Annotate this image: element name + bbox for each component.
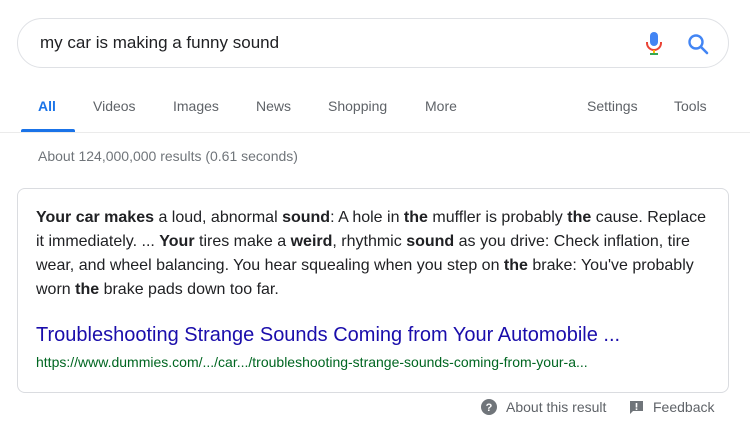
snippet-bold-term: Your: [159, 233, 195, 250]
snippet-text-run: brake pads down too far.: [99, 281, 279, 298]
snippet-bold-term: the: [75, 281, 100, 298]
tools-link[interactable]: Tools: [674, 98, 707, 114]
help-circle-icon: ?: [481, 399, 497, 415]
snippet-text-run: : A hole in: [330, 209, 404, 226]
snippet-bold-term: the: [403, 209, 428, 226]
feedback-icon: [630, 400, 643, 414]
search-box[interactable]: [17, 18, 729, 68]
snippet-bold-term: weird: [290, 233, 333, 250]
feedback-link[interactable]: Feedback: [629, 399, 714, 415]
snippet-bold-term: Your car makes: [36, 209, 154, 226]
microphone-icon[interactable]: [645, 31, 663, 57]
tab-images[interactable]: Images: [173, 98, 219, 114]
snippet-bold-term: sound: [282, 209, 331, 226]
result-url: https://www.dummies.com/.../car.../troub…: [36, 354, 588, 370]
snippet-text-run: muffler is probably: [427, 209, 568, 226]
search-input[interactable]: [18, 23, 728, 63]
about-this-result-label: About this result: [506, 399, 607, 415]
settings-link[interactable]: Settings: [587, 98, 638, 114]
snippet-text-run: , rhythmic: [332, 233, 407, 250]
svg-text:?: ?: [486, 402, 493, 414]
snippet-bold-term: the: [567, 209, 592, 226]
snippet-text-run: tires make a: [194, 233, 291, 250]
about-this-result-link[interactable]: ? About this result: [481, 399, 606, 415]
result-stats: About 124,000,000 results (0.61 seconds): [38, 148, 298, 164]
snippet-bold-term: the: [503, 257, 528, 274]
snippet-bold-term: sound: [406, 233, 455, 250]
tab-news[interactable]: News: [256, 98, 291, 114]
tab-all[interactable]: All: [38, 98, 56, 114]
tabs-divider: [0, 132, 750, 133]
snippet-text-run: a loud, abnormal: [154, 209, 283, 226]
feedback-label: Feedback: [653, 399, 715, 415]
tab-more[interactable]: More: [425, 98, 457, 114]
featured-snippet-card: Your car makes a loud, abnormal sound: A…: [17, 188, 729, 393]
tab-videos[interactable]: Videos: [93, 98, 136, 114]
snippet-text: Your car makes a loud, abnormal sound: A…: [36, 206, 716, 302]
tab-shopping[interactable]: Shopping: [328, 98, 387, 114]
result-title-link[interactable]: Troubleshooting Strange Sounds Coming fr…: [36, 324, 620, 347]
search-tabs: All Videos Images News Shopping More Set…: [0, 82, 750, 132]
search-icon[interactable]: [686, 32, 710, 56]
